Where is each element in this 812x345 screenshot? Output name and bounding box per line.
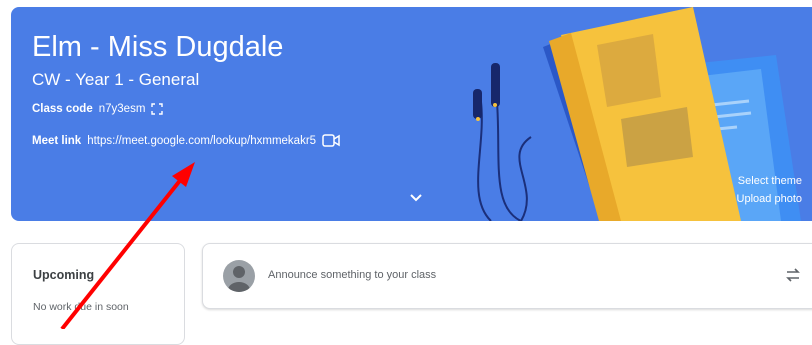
class-code-row: Class code n7y3esm <box>32 103 164 115</box>
chevron-down-icon[interactable] <box>409 190 423 208</box>
banner-actions: Select theme Upload photo <box>737 172 802 208</box>
class-subtitle: CW - Year 1 - General <box>32 70 200 89</box>
upcoming-card: Upcoming No work due in soon <box>11 243 185 345</box>
meet-link-label: Meet link <box>32 134 82 147</box>
meet-link-url[interactable]: https://meet.google.com/lookup/hxmmekakr… <box>87 135 316 147</box>
avatar-icon <box>223 260 255 292</box>
upload-photo-link[interactable]: Upload photo <box>737 190 802 208</box>
fullscreen-icon[interactable] <box>151 103 164 115</box>
class-code-value: n7y3esm <box>98 103 146 115</box>
announce-box[interactable]: Announce something to your class <box>202 243 812 309</box>
repost-icon[interactable] <box>785 266 801 289</box>
upcoming-title: Upcoming <box>33 268 95 282</box>
class-banner: Elm - Miss Dugdale CW - Year 1 - General… <box>11 7 812 221</box>
meet-link-row: Meet link https://meet.google.com/lookup… <box>32 134 340 147</box>
video-camera-icon[interactable] <box>322 134 340 147</box>
class-title: Elm - Miss Dugdale <box>32 31 284 63</box>
upcoming-empty-text: No work due in soon <box>33 301 129 313</box>
announce-placeholder: Announce something to your class <box>268 269 437 281</box>
select-theme-link[interactable]: Select theme <box>737 172 802 190</box>
class-code-label: Class code <box>32 103 93 115</box>
